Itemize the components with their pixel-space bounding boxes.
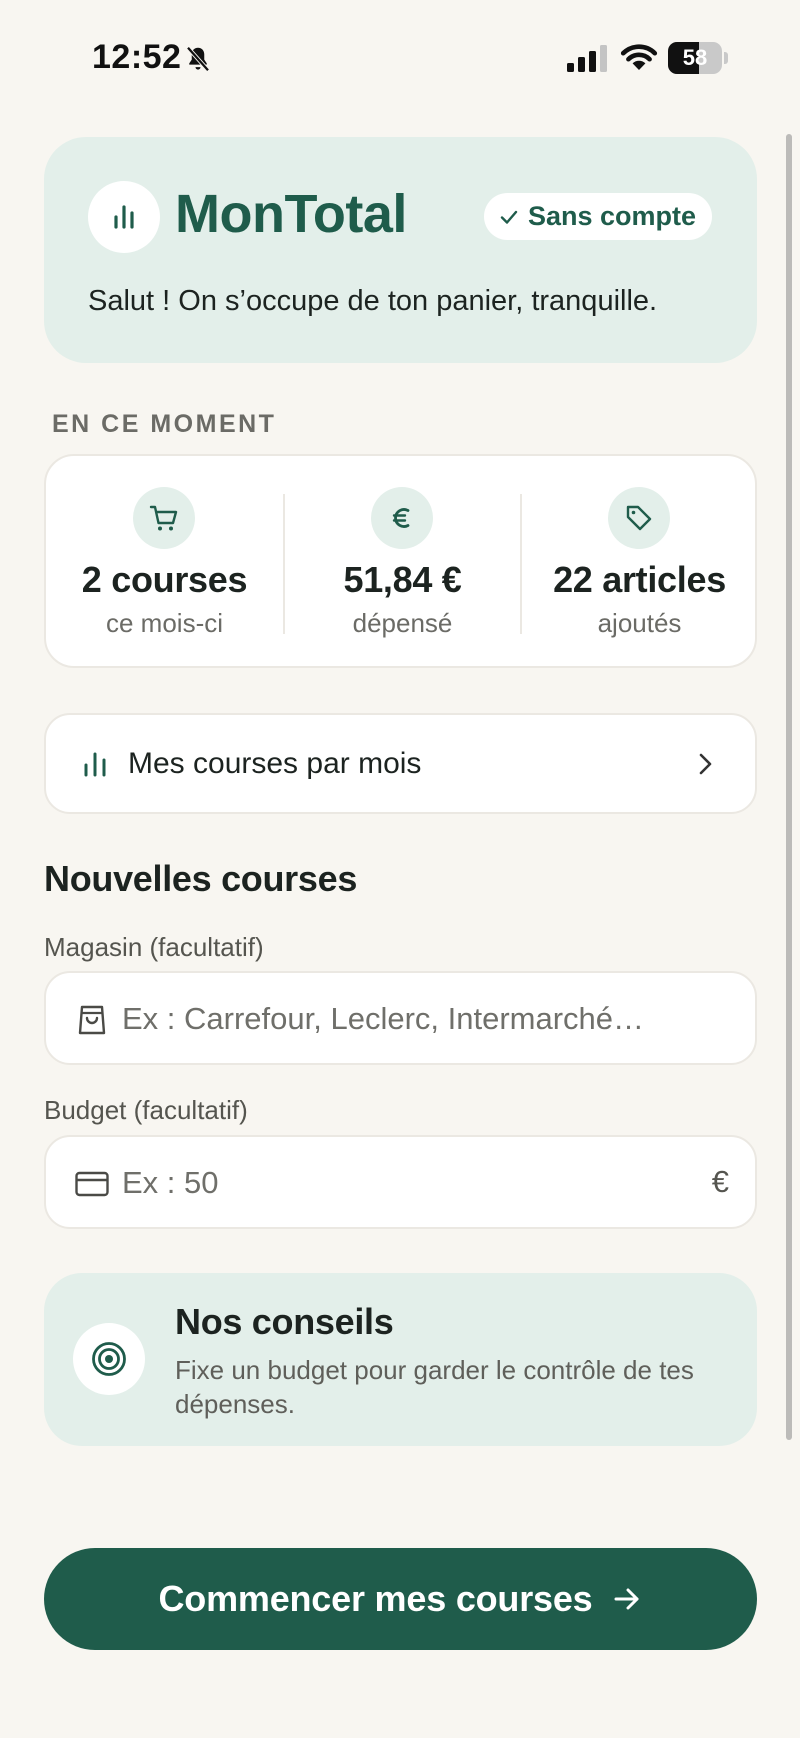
start-shopping-label: Commencer mes courses — [158, 1578, 593, 1619]
status-time: 12:52 — [92, 38, 182, 76]
stat-value: 2 courses — [81, 559, 248, 600]
budget-field: € — [44, 1135, 757, 1229]
monthly-link-label: Mes courses par mois — [128, 747, 422, 780]
bar-chart-icon — [84, 752, 106, 777]
wifi-icon — [620, 44, 658, 70]
battery-body: 58 — [668, 42, 722, 74]
stat-icon-circle — [133, 487, 195, 549]
tag-icon — [626, 505, 652, 531]
stat-items: 22 articles ajoutés — [521, 456, 758, 666]
scrollbar[interactable] — [786, 134, 792, 1440]
store-input[interactable] — [122, 975, 682, 1063]
start-shopping-button[interactable]: Commencer mes courses — [44, 1548, 757, 1650]
bar-chart-icon — [114, 205, 134, 229]
welcome-message: Salut ! On s’occupe de ton panier, tranq… — [88, 285, 658, 317]
stat-caption: ajoutés — [597, 608, 682, 638]
battery-level: 58 — [682, 45, 708, 70]
stat-value: 51,84 € — [343, 559, 462, 600]
euro-icon — [392, 508, 410, 528]
no-account-badge: Sans compte — [484, 193, 713, 240]
bell-slash-icon — [186, 46, 210, 72]
status-bar: 12:52 58 — [0, 0, 800, 118]
app-screen: 12:52 58 MonTotal Sans compte Salut ! On… — [0, 0, 800, 1738]
stat-spent: 51,84 € dépensé — [284, 456, 521, 666]
stats-card: 2 courses ce mois-ci 51,84 € dépensé 22 … — [44, 454, 757, 668]
check-icon — [500, 210, 518, 224]
monthly-history-link[interactable]: Mes courses par mois — [44, 713, 757, 814]
stat-value: 22 articles — [553, 559, 726, 600]
cellular-signal-icon — [567, 45, 607, 72]
currency-suffix: € — [711, 1164, 729, 1199]
tip-title: Nos conseils — [175, 1301, 394, 1342]
budget-field-label: Budget (facultatif) — [44, 1095, 248, 1125]
section-label: EN CE MOMENT — [52, 410, 277, 438]
credit-card-icon — [75, 1171, 109, 1197]
cart-icon — [149, 505, 178, 531]
store-field-label: Magasin (facultatif) — [44, 932, 264, 962]
stat-icon-circle — [371, 487, 433, 549]
form-title: Nouvelles courses — [44, 858, 358, 899]
target-icon — [92, 1342, 126, 1376]
arrow-right-icon — [614, 1588, 638, 1610]
store-field — [44, 971, 757, 1065]
stat-caption: ce mois-ci — [105, 608, 223, 638]
stat-courses: 2 courses ce mois-ci — [46, 456, 283, 666]
tip-icon-circle — [73, 1323, 145, 1395]
tip-card: Nos conseils Fixe un budget pour garder … — [44, 1273, 757, 1446]
stat-caption: dépensé — [352, 608, 453, 638]
tip-text: Fixe un budget pour garder le contrôle d… — [175, 1355, 694, 1419]
app-logo — [88, 181, 160, 253]
chevron-right-icon — [699, 753, 712, 775]
battery-icon: 58 — [668, 42, 728, 74]
budget-input[interactable] — [122, 1139, 682, 1227]
stat-icon-circle — [608, 487, 670, 549]
shopping-bag-icon — [78, 1005, 106, 1035]
badge-label: Sans compte — [528, 201, 697, 231]
app-title: MonTotal — [175, 184, 407, 244]
header-card: MonTotal Sans compte Salut ! On s’occupe… — [44, 137, 757, 363]
battery-cap — [724, 52, 728, 64]
